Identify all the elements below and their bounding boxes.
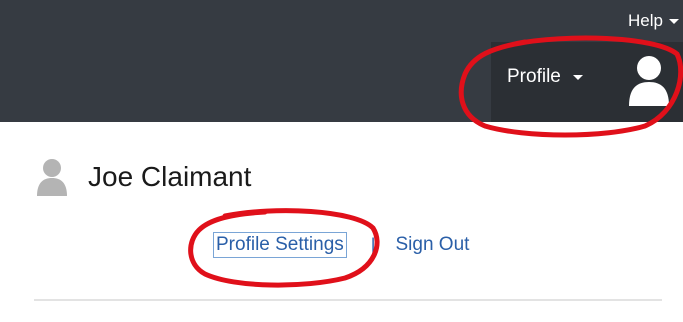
profile-menu[interactable]: Profile (507, 66, 583, 88)
profile-settings-link[interactable]: Profile Settings (213, 232, 347, 258)
chevron-down-icon (572, 74, 583, 80)
page: Help Profile Joe Claimant Profile Settin… (0, 0, 683, 322)
help-menu[interactable]: Help (628, 10, 679, 32)
link-separator: | (370, 234, 376, 255)
profile-links: Profile Settings | Sign Out (213, 232, 469, 258)
user-avatar-icon (37, 159, 67, 196)
help-menu-label: Help (628, 11, 663, 30)
divider (34, 299, 662, 301)
user-avatar-icon[interactable] (627, 54, 671, 106)
profile-menu-label: Profile (507, 66, 561, 87)
sign-out-link[interactable]: Sign Out (395, 234, 469, 256)
profile-menu-area[interactable]: Profile (491, 42, 683, 122)
top-navigation-bar: Help Profile (0, 0, 683, 122)
user-header: Joe Claimant (36, 158, 251, 196)
user-name: Joe Claimant (88, 161, 252, 192)
chevron-down-icon (669, 18, 679, 24)
